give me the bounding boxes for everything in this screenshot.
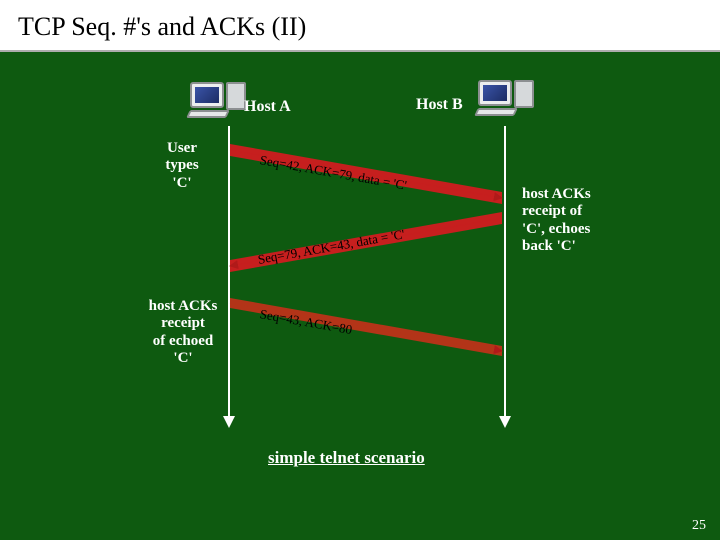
page-number: 25 xyxy=(692,518,706,534)
event-host-a-ack-echo: host ACKsreceiptof echoed'C' xyxy=(128,298,238,367)
slide-title: TCP Seq. #'s and ACKs (II) xyxy=(0,0,720,52)
message-2-label: Seq=79, ACK=43, data = 'C' xyxy=(257,226,406,268)
host-a-computer-icon xyxy=(190,82,224,108)
message-3-label: Seq=43, ACK=80 xyxy=(259,306,354,338)
event-host-b-ack-echo: host ACKsreceipt of'C', echoesback 'C' xyxy=(522,186,632,255)
timeline-host-b xyxy=(504,126,506,426)
timeline-host-a xyxy=(228,126,230,426)
message-1-label: Seq=42, ACK=79, data = 'C' xyxy=(259,152,408,194)
diagram-stage: Host A Host B Usertypes'C' host ACKsrece… xyxy=(0,52,720,540)
host-b-label: Host B xyxy=(416,96,463,114)
scenario-caption: simple telnet scenario xyxy=(268,448,425,468)
title-underline xyxy=(0,50,720,52)
event-user-types-c: Usertypes'C' xyxy=(142,140,222,192)
host-a-label: Host A xyxy=(244,98,291,116)
host-b-computer-icon xyxy=(478,80,512,106)
